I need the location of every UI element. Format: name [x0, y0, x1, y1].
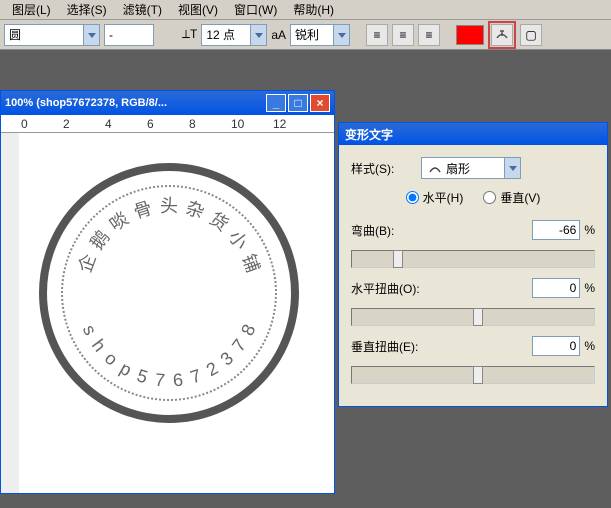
hdist-input[interactable] [532, 278, 580, 298]
orient-horizontal-radio[interactable]: 水平(H) [406, 189, 464, 206]
antialias-label: aA [271, 28, 286, 42]
panel-title: 变形文字 [339, 123, 607, 145]
menu-window[interactable]: 窗口(W) [226, 0, 285, 20]
document-window: 100% (shop57672378, RGB/8/... _ □ × 0 2 … [0, 90, 335, 494]
orient-vertical-radio[interactable]: 垂直(V) [483, 189, 540, 206]
ruler-horizontal: 0 2 4 6 8 10 12 [1, 115, 334, 133]
warp-text-highlight [488, 21, 516, 49]
menu-help[interactable]: 帮助(H) [285, 0, 342, 20]
warp-text-panel: 变形文字 样式(S): 扇形 水平(H) 垂直(V) 弯曲(B): [338, 122, 608, 407]
bend-label: 弯曲(B): [351, 222, 532, 239]
font-size-combo[interactable]: 12 点 [201, 24, 267, 46]
maximize-button[interactable]: □ [288, 94, 308, 112]
vdist-input[interactable] [532, 336, 580, 356]
font-family-combo[interactable]: 圆 [4, 24, 100, 46]
stamp-graphic: 企鹅啖骨头杂货小铺 shop57672378 [39, 163, 299, 423]
chevron-down-icon [334, 24, 350, 46]
font-style-combo[interactable]: - [104, 24, 154, 46]
type-size-icon: ⟂T [182, 27, 197, 42]
text-color-swatch[interactable] [456, 25, 484, 45]
document-title: 100% (shop57672378, RGB/8/... [5, 97, 264, 109]
menu-select[interactable]: 选择(S) [59, 0, 115, 20]
palettes-button[interactable]: ▢ [520, 24, 542, 46]
align-right-button[interactable]: ≡ [418, 24, 440, 46]
arc-text-bottom: shop57672378 [39, 163, 299, 423]
options-toolbar: 圆 - ⟂T 12 点 aA 锐利 ≡ ≡ ≡ ▢ [0, 20, 611, 50]
style-label: 样式(S): [351, 160, 421, 177]
arc-icon [428, 162, 442, 174]
minimize-button[interactable]: _ [266, 94, 286, 112]
hdist-label: 水平扭曲(O): [351, 280, 532, 297]
antialias-combo[interactable]: 锐利 [290, 24, 350, 46]
vdist-label: 垂直扭曲(E): [351, 338, 532, 355]
align-center-button[interactable]: ≡ [392, 24, 414, 46]
canvas[interactable]: 企鹅啖骨头杂货小铺 shop57672378 [1, 133, 334, 493]
warp-text-button[interactable] [491, 24, 513, 46]
menu-layer[interactable]: 图层(L) [4, 0, 59, 20]
document-titlebar[interactable]: 100% (shop57672378, RGB/8/... _ □ × [1, 91, 334, 115]
menubar: 图层(L) 选择(S) 滤镜(T) 视图(V) 窗口(W) 帮助(H) [0, 0, 611, 20]
percent-label: % [584, 223, 595, 237]
hdist-slider[interactable] [351, 308, 595, 326]
vdist-slider[interactable] [351, 366, 595, 384]
close-button[interactable]: × [310, 94, 330, 112]
workspace: 100% (shop57672378, RGB/8/... _ □ × 0 2 … [0, 50, 611, 508]
percent-label: % [584, 281, 595, 295]
menu-view[interactable]: 视图(V) [170, 0, 226, 20]
style-combo[interactable]: 扇形 [421, 157, 521, 179]
chevron-down-icon [504, 158, 520, 178]
chevron-down-icon [84, 24, 100, 46]
chevron-down-icon [251, 24, 267, 46]
bend-slider[interactable] [351, 250, 595, 268]
align-left-button[interactable]: ≡ [366, 24, 388, 46]
percent-label: % [584, 339, 595, 353]
menu-filter[interactable]: 滤镜(T) [115, 0, 170, 20]
bend-input[interactable] [532, 220, 580, 240]
